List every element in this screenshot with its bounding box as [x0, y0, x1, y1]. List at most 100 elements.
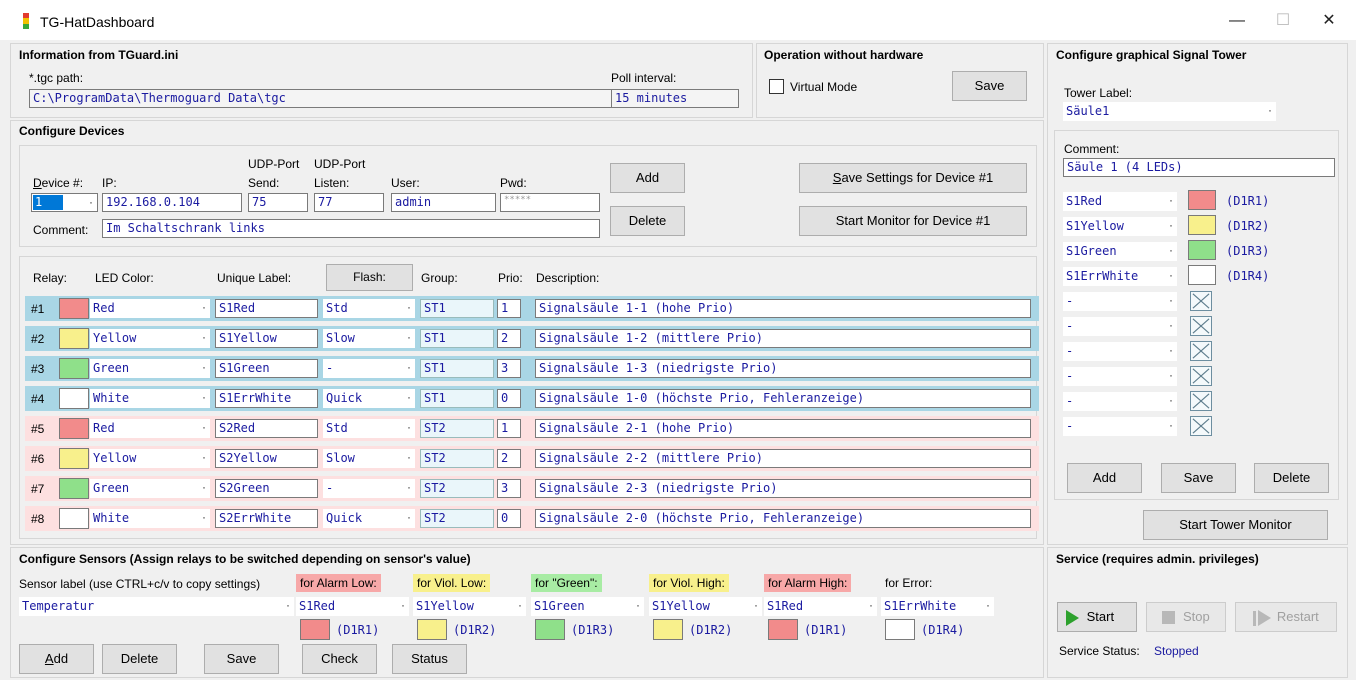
start-tower-monitor-button[interactable]: Start Tower Monitor	[1143, 510, 1328, 540]
add-sensor-button[interactable]: Add	[19, 644, 94, 674]
unique-label-field[interactable]: S1Red	[215, 299, 318, 318]
flash-combo[interactable]: Slow ·	[323, 329, 415, 348]
led-color-combo[interactable]: Red ·	[90, 419, 210, 438]
sensor-label-combo[interactable]: Temperatur ·	[19, 597, 294, 616]
group-field[interactable]: ST1	[420, 359, 494, 378]
group-field[interactable]: ST2	[420, 419, 494, 438]
unique-label-field[interactable]: S2ErrWhite	[215, 509, 318, 528]
start-device-monitor-button[interactable]: Start Monitor for Device #1	[799, 206, 1027, 236]
close-button[interactable]: ✕	[1306, 6, 1352, 36]
ip-field[interactable]: 192.168.0.104	[102, 193, 242, 212]
group-field[interactable]: ST1	[420, 329, 494, 348]
tower-add-button[interactable]: Add	[1067, 463, 1142, 493]
flash-button[interactable]: Flash:	[326, 264, 413, 291]
led-color-combo[interactable]: White ·	[90, 389, 210, 408]
group-field[interactable]: ST2	[420, 449, 494, 468]
password-field[interactable]: *****	[500, 193, 600, 212]
group-field[interactable]: ST1	[420, 389, 494, 408]
add-device-button[interactable]: Add	[610, 163, 685, 193]
led-color-combo[interactable]: Red ·	[90, 299, 210, 318]
unique-label-field[interactable]: S1ErrWhite	[215, 389, 318, 408]
description-field[interactable]: Signalsäule 1-2 (mittlere Prio)	[535, 329, 1031, 348]
virtual-mode-checkbox[interactable]	[769, 79, 784, 94]
led-color-combo[interactable]: Yellow ·	[90, 329, 210, 348]
tower-slot-combo[interactable]: - ·	[1063, 417, 1177, 436]
unique-label-field[interactable]: S1Green	[215, 359, 318, 378]
tower-slot-combo[interactable]: S1Yellow ·	[1063, 217, 1177, 236]
sensor-relay-combo[interactable]: S1Green ·	[531, 597, 644, 616]
flash-combo[interactable]: Slow ·	[323, 449, 415, 468]
unique-label-field[interactable]: S2Red	[215, 419, 318, 438]
sensor-relay-combo[interactable]: S1ErrWhite ·	[881, 597, 994, 616]
led-color-combo[interactable]: Yellow ·	[90, 449, 210, 468]
group-field[interactable]: ST2	[420, 509, 494, 528]
led-color-combo[interactable]: Green ·	[90, 479, 210, 498]
tower-slot-combo[interactable]: - ·	[1063, 367, 1177, 386]
device-comment-field[interactable]: Im Schaltschrank links	[102, 219, 600, 238]
led-color-combo[interactable]: White ·	[90, 509, 210, 528]
tower-save-button[interactable]: Save	[1161, 463, 1236, 493]
send-port-field[interactable]: 75	[248, 193, 308, 212]
flash-combo[interactable]: Std ·	[323, 419, 415, 438]
prio-field[interactable]: 0	[497, 509, 521, 528]
tower-slot-combo[interactable]: S1Green ·	[1063, 242, 1177, 261]
tower-comment-label: Comment:	[1064, 142, 1120, 156]
tower-slot-combo[interactable]: - ·	[1063, 292, 1177, 311]
user-label: User:	[391, 176, 420, 190]
relay-swatch	[768, 619, 798, 640]
tower-slot-combo[interactable]: - ·	[1063, 392, 1177, 411]
sensor-relay-combo[interactable]: S1Yellow ·	[413, 597, 526, 616]
prio-field[interactable]: 2	[497, 329, 521, 348]
delete-device-button[interactable]: Delete	[610, 206, 685, 236]
check-button[interactable]: Check	[302, 644, 377, 674]
prio-field[interactable]: 2	[497, 449, 521, 468]
flash-combo[interactable]: Quick ·	[323, 389, 415, 408]
tgc-path-field[interactable]: C:\ProgramData\Thermoguard Data\tgc	[29, 89, 612, 108]
description-field[interactable]: Signalsäule 2-1 (hohe Prio)	[535, 419, 1031, 438]
flash-combo[interactable]: Quick ·	[323, 509, 415, 528]
description-field[interactable]: Signalsäule 2-0 (höchste Prio, Fehleranz…	[535, 509, 1031, 528]
sensor-relay-combo[interactable]: S1Red ·	[296, 597, 409, 616]
status-button[interactable]: Status	[392, 644, 467, 674]
flash-combo[interactable]: Std ·	[323, 299, 415, 318]
listen-port-field[interactable]: 77	[314, 193, 384, 212]
maximize-button[interactable]: ☐	[1260, 6, 1306, 36]
description-field[interactable]: Signalsäule 2-3 (niedrigste Prio)	[535, 479, 1031, 498]
prio-field[interactable]: 3	[497, 479, 521, 498]
unique-label-field[interactable]: S2Green	[215, 479, 318, 498]
delete-sensor-button[interactable]: Delete	[102, 644, 177, 674]
device-number-combo[interactable]: 1 ·	[31, 193, 98, 212]
user-field[interactable]: admin	[391, 193, 496, 212]
tower-slot-combo[interactable]: - ·	[1063, 317, 1177, 336]
tower-delete-button[interactable]: Delete	[1254, 463, 1329, 493]
group-field[interactable]: ST2	[420, 479, 494, 498]
unique-label-field[interactable]: S1Yellow	[215, 329, 318, 348]
prio-field[interactable]: 0	[497, 389, 521, 408]
minimize-button[interactable]: —	[1214, 6, 1260, 36]
tower-comment-field[interactable]: Säule 1 (4 LEDs)	[1063, 158, 1335, 177]
poll-interval-field[interactable]: 15 minutes	[611, 89, 739, 108]
description-field[interactable]: Signalsäule 1-0 (höchste Prio, Fehleranz…	[535, 389, 1031, 408]
save-sensor-button[interactable]: Save	[204, 644, 279, 674]
description-field[interactable]: Signalsäule 1-3 (niedrigste Prio)	[535, 359, 1031, 378]
service-start-button[interactable]: Start	[1057, 602, 1137, 632]
led-color-combo[interactable]: Green ·	[90, 359, 210, 378]
description-field[interactable]: Signalsäule 1-1 (hohe Prio)	[535, 299, 1031, 318]
save-device-settings-button[interactable]: Save Settings for Device #1	[799, 163, 1027, 193]
prio-field[interactable]: 1	[497, 299, 521, 318]
description-field[interactable]: Signalsäule 2-2 (mittlere Prio)	[535, 449, 1031, 468]
unique-label-field[interactable]: S2Yellow	[215, 449, 318, 468]
sensor-relay-combo[interactable]: S1Red ·	[764, 597, 877, 616]
sensor-relay-combo[interactable]: S1Yellow ·	[649, 597, 762, 616]
flash-combo[interactable]: - ·	[323, 479, 415, 498]
tower-label-combo[interactable]: Säule1 ·	[1063, 102, 1276, 121]
prio-field[interactable]: 3	[497, 359, 521, 378]
tower-slot-combo-value: S1Green	[1066, 244, 1117, 258]
group-field[interactable]: ST1	[420, 299, 494, 318]
flash-combo[interactable]: - ·	[323, 359, 415, 378]
tower-slot-combo[interactable]: S1Red ·	[1063, 192, 1177, 211]
operation-save-button[interactable]: Save	[952, 71, 1027, 101]
tower-slot-combo[interactable]: - ·	[1063, 342, 1177, 361]
tower-slot-combo[interactable]: S1ErrWhite ·	[1063, 267, 1177, 286]
prio-field[interactable]: 1	[497, 419, 521, 438]
